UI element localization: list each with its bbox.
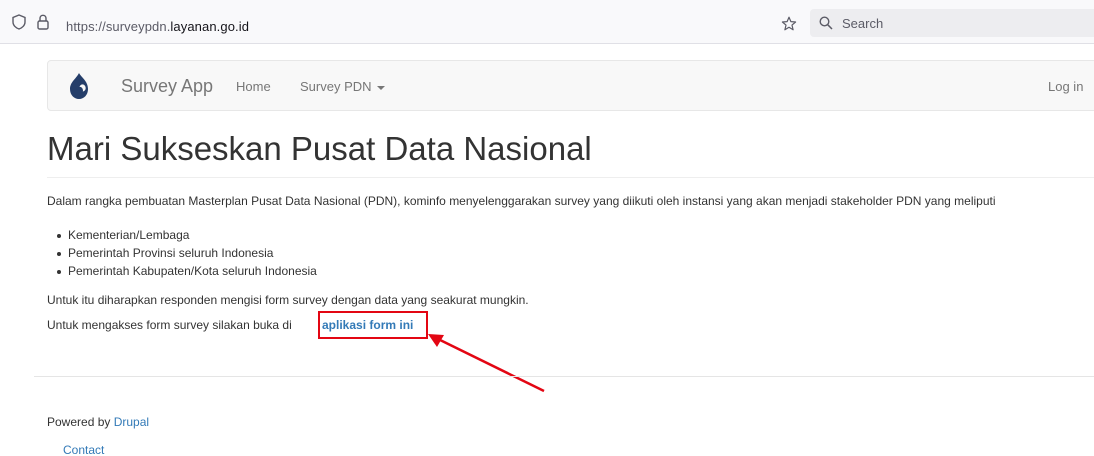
- caret-down-icon: [376, 85, 385, 90]
- list-item: Pemerintah Kabupaten/Kota seluruh Indone…: [57, 264, 317, 278]
- form-app-link[interactable]: aplikasi form ini: [322, 318, 413, 332]
- shield-icon[interactable]: [12, 14, 26, 35]
- nav-home-link[interactable]: Home: [236, 79, 271, 94]
- lock-icon[interactable]: [36, 14, 50, 35]
- list-item-text: Pemerintah Kabupaten/Kota seluruh Indone…: [68, 264, 317, 278]
- drupal-link[interactable]: Drupal: [114, 415, 149, 429]
- list-item-text: Pemerintah Provinsi seluruh Indonesia: [68, 246, 274, 260]
- url-domain: layanan.go.id: [170, 19, 250, 34]
- url-bar[interactable]: https://surveypdn.layanan.go.id: [66, 19, 249, 34]
- browser-toolbar: https://surveypdn.layanan.go.id Search: [0, 0, 1094, 44]
- search-input[interactable]: Search: [810, 9, 1094, 37]
- site-navbar: Survey App Home Survey PDN Log in: [47, 60, 1094, 111]
- star-icon[interactable]: [781, 16, 797, 37]
- powered-by-prefix: Powered by: [47, 415, 111, 429]
- nav-survey-pdn-dropdown[interactable]: Survey PDN: [300, 79, 385, 94]
- page-title: Mari Sukseskan Pusat Data Nasional: [47, 130, 592, 167]
- access-paragraph: Untuk mengakses form survey silakan buka…: [47, 318, 292, 332]
- bullet-icon: [57, 269, 61, 274]
- url-prefix: https://surveypdn.: [66, 19, 171, 34]
- list-item-text: Kementerian/Lembaga: [68, 228, 190, 242]
- intro-paragraph: Dalam rangka pembuatan Masterplan Pusat …: [47, 194, 996, 208]
- login-link[interactable]: Log in: [1048, 79, 1083, 94]
- annotation-arrow-icon: [420, 330, 550, 400]
- drupal-logo-icon[interactable]: [67, 72, 91, 105]
- search-icon: [819, 16, 833, 35]
- title-divider: [47, 177, 1094, 178]
- contact-link[interactable]: Contact: [63, 443, 104, 456]
- note-paragraph: Untuk itu diharapkan responden mengisi f…: [47, 293, 529, 307]
- footer-divider: [34, 376, 1094, 377]
- bullet-icon: [57, 251, 61, 256]
- list-item: Pemerintah Provinsi seluruh Indonesia: [57, 246, 273, 260]
- nav-survey-pdn-label: Survey PDN: [300, 79, 372, 94]
- powered-by: Powered by Drupal: [47, 415, 149, 429]
- search-placeholder: Search: [842, 16, 884, 31]
- bullet-icon: [57, 233, 61, 238]
- list-item: Kementerian/Lembaga: [57, 228, 189, 242]
- brand-link[interactable]: Survey App: [121, 76, 213, 97]
- browser-window: https://surveypdn.layanan.go.id Search S…: [0, 0, 1094, 456]
